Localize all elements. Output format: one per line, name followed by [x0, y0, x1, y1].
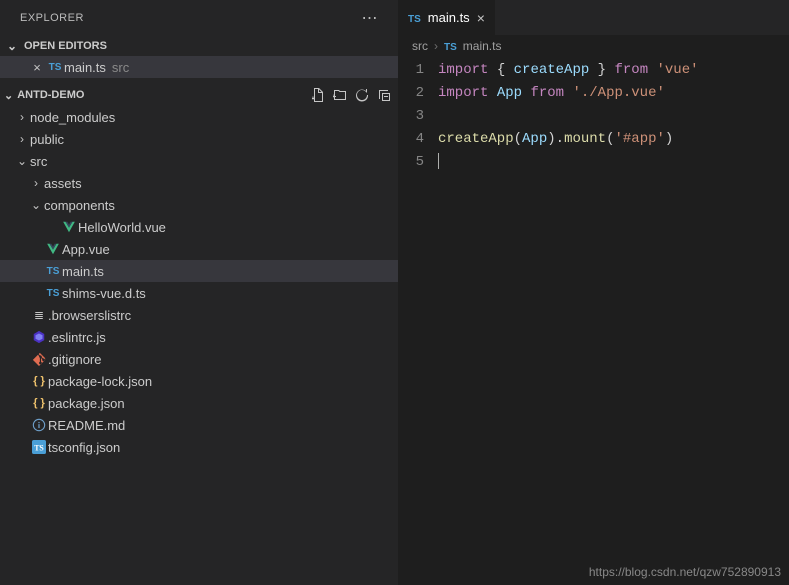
new-folder-icon[interactable] — [332, 87, 348, 103]
open-editors-list: × TS main.ts src — [0, 56, 398, 84]
collapse-all-icon[interactable] — [376, 87, 392, 103]
file-node[interactable]: TSmain.ts — [0, 260, 398, 282]
file-node[interactable]: TSshims-vue.d.ts — [0, 282, 398, 304]
ts-icon: TS — [46, 62, 64, 73]
eslint-icon — [30, 330, 48, 344]
ts-icon: TS — [444, 39, 457, 53]
editor-area: TS main.ts × src › TS main.ts 12345 impo… — [398, 0, 789, 585]
file-node[interactable]: ≣.browserslistrc — [0, 304, 398, 326]
folder-node[interactable]: ⌄components — [0, 194, 398, 216]
lines-icon: ≣ — [30, 308, 48, 322]
ts-icon: TS — [44, 266, 62, 277]
breadcrumb-segment[interactable]: src — [412, 39, 428, 53]
file-node[interactable]: .gitignore — [0, 348, 398, 370]
file-node[interactable]: README.md — [0, 414, 398, 436]
chevron-right-icon: › — [14, 110, 30, 124]
open-editors-label: OPEN EDITORS — [24, 40, 107, 52]
file-name: package.json — [48, 396, 125, 411]
file-name: .gitignore — [48, 352, 101, 367]
project-name: ANTD-DEMO — [17, 89, 84, 101]
file-name: tsconfig.json — [48, 440, 120, 455]
file-name: .eslintrc.js — [48, 330, 106, 345]
file-name: HelloWorld.vue — [78, 220, 166, 235]
folder-name: src — [30, 154, 47, 169]
folder-node[interactable]: ›assets — [0, 172, 398, 194]
folder-name: public — [30, 132, 64, 147]
file-name: App.vue — [62, 242, 110, 257]
git-icon — [30, 352, 48, 366]
folder-name: node_modules — [30, 110, 115, 125]
code-content[interactable]: import { createApp } from 'vue'import Ap… — [438, 59, 789, 174]
file-name: README.md — [48, 418, 125, 433]
chevron-down-icon: ⌄ — [28, 198, 44, 212]
refresh-icon[interactable] — [354, 87, 370, 103]
chevron-down-icon: ⌄ — [14, 154, 30, 168]
chevron-right-icon: › — [28, 176, 44, 190]
breadcrumb-segment[interactable]: main.ts — [463, 39, 502, 53]
open-editor-filename: main.ts — [64, 60, 106, 75]
file-node[interactable]: .eslintrc.js — [0, 326, 398, 348]
close-icon[interactable]: × — [28, 60, 46, 75]
code-editor[interactable]: 12345 import { createApp } from 'vue'imp… — [398, 57, 789, 174]
file-tree: ›node_modules›public⌄src›assets⌄componen… — [0, 106, 398, 464]
file-node[interactable]: TS tsconfig.json — [0, 436, 398, 458]
md-icon — [30, 418, 48, 432]
more-actions-icon[interactable]: ⋯ — [358, 8, 383, 28]
editor-tabs: TS main.ts × — [398, 0, 789, 35]
explorer-panel: EXPLORER ⋯ ⌄ OPEN EDITORS × TS main.ts s… — [0, 0, 398, 585]
tsjson-icon: TS — [30, 440, 48, 454]
close-icon[interactable]: × — [477, 10, 485, 26]
svg-text:TS: TS — [34, 444, 44, 453]
file-node[interactable]: { }package.json — [0, 392, 398, 414]
vue-icon — [44, 242, 62, 256]
file-node[interactable]: { }package-lock.json — [0, 370, 398, 392]
open-editor-item[interactable]: × TS main.ts src — [0, 56, 398, 78]
project-header[interactable]: ⌄ ANTD-DEMO — [0, 84, 398, 106]
folder-node[interactable]: ›public — [0, 128, 398, 150]
folder-name: components — [44, 198, 115, 213]
chevron-down-icon: ⌄ — [4, 89, 13, 102]
new-file-icon[interactable] — [310, 87, 326, 103]
vue-icon — [60, 220, 78, 234]
ts-icon: TS — [44, 288, 62, 299]
chevron-right-icon: › — [434, 39, 438, 53]
folder-name: assets — [44, 176, 82, 191]
folder-node[interactable]: ⌄src — [0, 150, 398, 172]
breadcrumbs[interactable]: src › TS main.ts — [398, 35, 789, 57]
tab-filename: main.ts — [428, 10, 470, 25]
explorer-header: EXPLORER ⋯ — [0, 0, 398, 36]
project-toolbar — [310, 87, 392, 103]
file-name: main.ts — [62, 264, 104, 279]
file-name: package-lock.json — [48, 374, 152, 389]
line-gutter: 12345 — [398, 59, 438, 174]
json-icon: { } — [30, 375, 48, 387]
watermark: https://blog.csdn.net/qzw752890913 — [589, 565, 781, 579]
ts-icon: TS — [408, 10, 421, 25]
editor-tab[interactable]: TS main.ts × — [398, 0, 496, 35]
explorer-title: EXPLORER — [20, 12, 84, 24]
file-name: .browserslistrc — [48, 308, 131, 323]
chevron-down-icon: ⌄ — [4, 39, 20, 53]
file-node[interactable]: App.vue — [0, 238, 398, 260]
open-editor-path: src — [112, 60, 129, 75]
json-icon: { } — [30, 397, 48, 409]
chevron-right-icon: › — [14, 132, 30, 146]
folder-node[interactable]: ›node_modules — [0, 106, 398, 128]
file-name: shims-vue.d.ts — [62, 286, 146, 301]
open-editors-header[interactable]: ⌄ OPEN EDITORS — [0, 36, 398, 56]
file-node[interactable]: HelloWorld.vue — [0, 216, 398, 238]
